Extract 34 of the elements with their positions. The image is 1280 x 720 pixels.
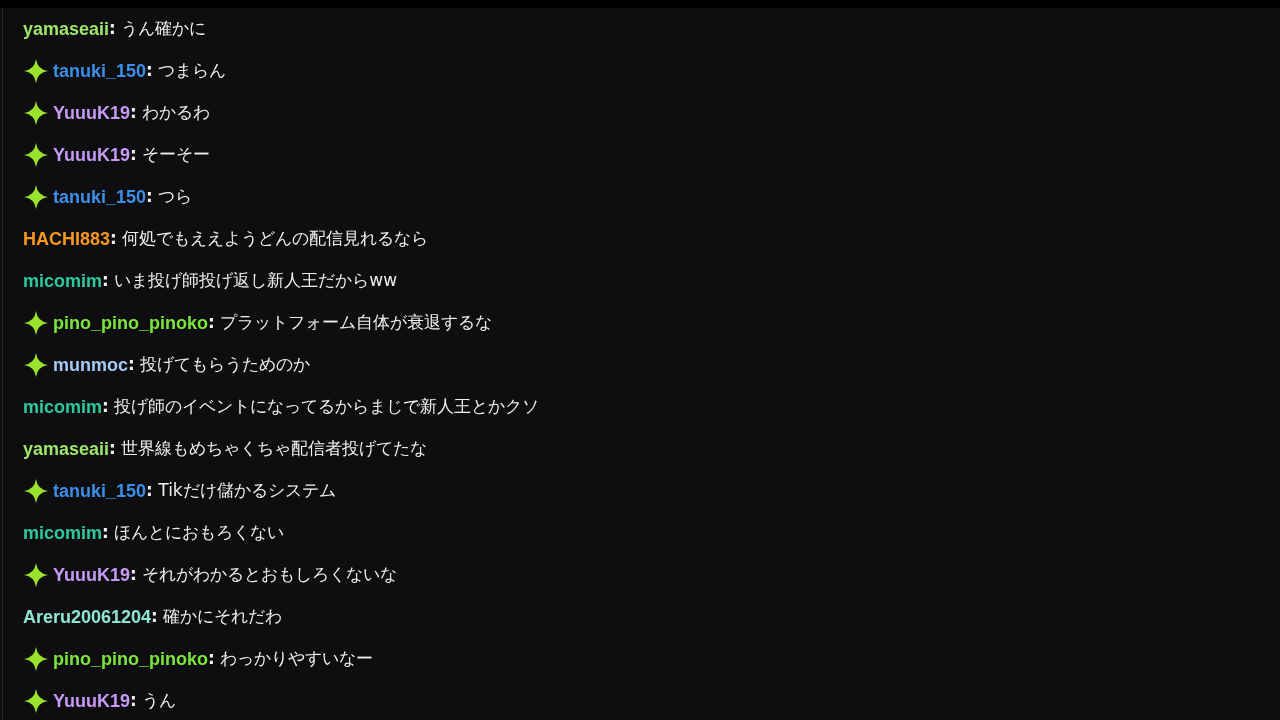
- username[interactable]: YuuuK19: [53, 99, 131, 127]
- message-text: : うん: [130, 689, 177, 713]
- username[interactable]: tanuki_150: [53, 477, 147, 505]
- message-text: : プラットフォーム自体が衰退するな: [208, 311, 493, 335]
- username[interactable]: YuuuK19: [53, 141, 131, 169]
- username[interactable]: pino_pino_pinoko: [53, 645, 208, 673]
- message-text: : わかるわ: [130, 101, 211, 125]
- username[interactable]: munmoc: [53, 351, 128, 379]
- username[interactable]: YuuuK19: [53, 687, 131, 715]
- message-text: : それがわかるとおもしろくないな: [130, 563, 398, 587]
- message-text: : わっかりやすいなー: [208, 647, 374, 671]
- message-text: : つら: [146, 185, 193, 209]
- message-text: : いま投げ師投げ返し新人王だからww: [102, 269, 398, 293]
- username[interactable]: Areru20061204: [23, 603, 152, 631]
- message-text: : つまらん: [146, 59, 227, 83]
- message-text: : ほんとにおもろくない: [102, 521, 285, 545]
- username[interactable]: yamaseaii: [23, 15, 110, 43]
- username[interactable]: yamaseaii: [23, 435, 110, 463]
- username[interactable]: HACHI883: [23, 225, 111, 253]
- username[interactable]: micomim: [23, 393, 103, 421]
- message-text: : 世界線もめちゃくちゃ配信者投げてたな: [109, 437, 428, 461]
- message-text: : Tikだけ儲かるシステム: [146, 479, 336, 503]
- message-text: : うん確かに: [109, 17, 207, 41]
- message-text: : そーそー: [130, 143, 211, 167]
- username[interactable]: tanuki_150: [53, 183, 147, 211]
- username[interactable]: micomim: [23, 267, 103, 295]
- username[interactable]: YuuuK19: [53, 561, 131, 589]
- username[interactable]: pino_pino_pinoko: [53, 309, 208, 337]
- message-text: : 投げ師のイベントになってるからまじで新人王とかクソ: [102, 395, 540, 419]
- username[interactable]: tanuki_150: [53, 57, 147, 85]
- username[interactable]: micomim: [23, 519, 103, 547]
- message-text: : 何処でもええようどんの配信見れるなら: [110, 227, 429, 251]
- message-text: : 確かにそれだわ: [151, 605, 283, 629]
- message-text: : 投げてもらうためのか: [128, 353, 311, 377]
